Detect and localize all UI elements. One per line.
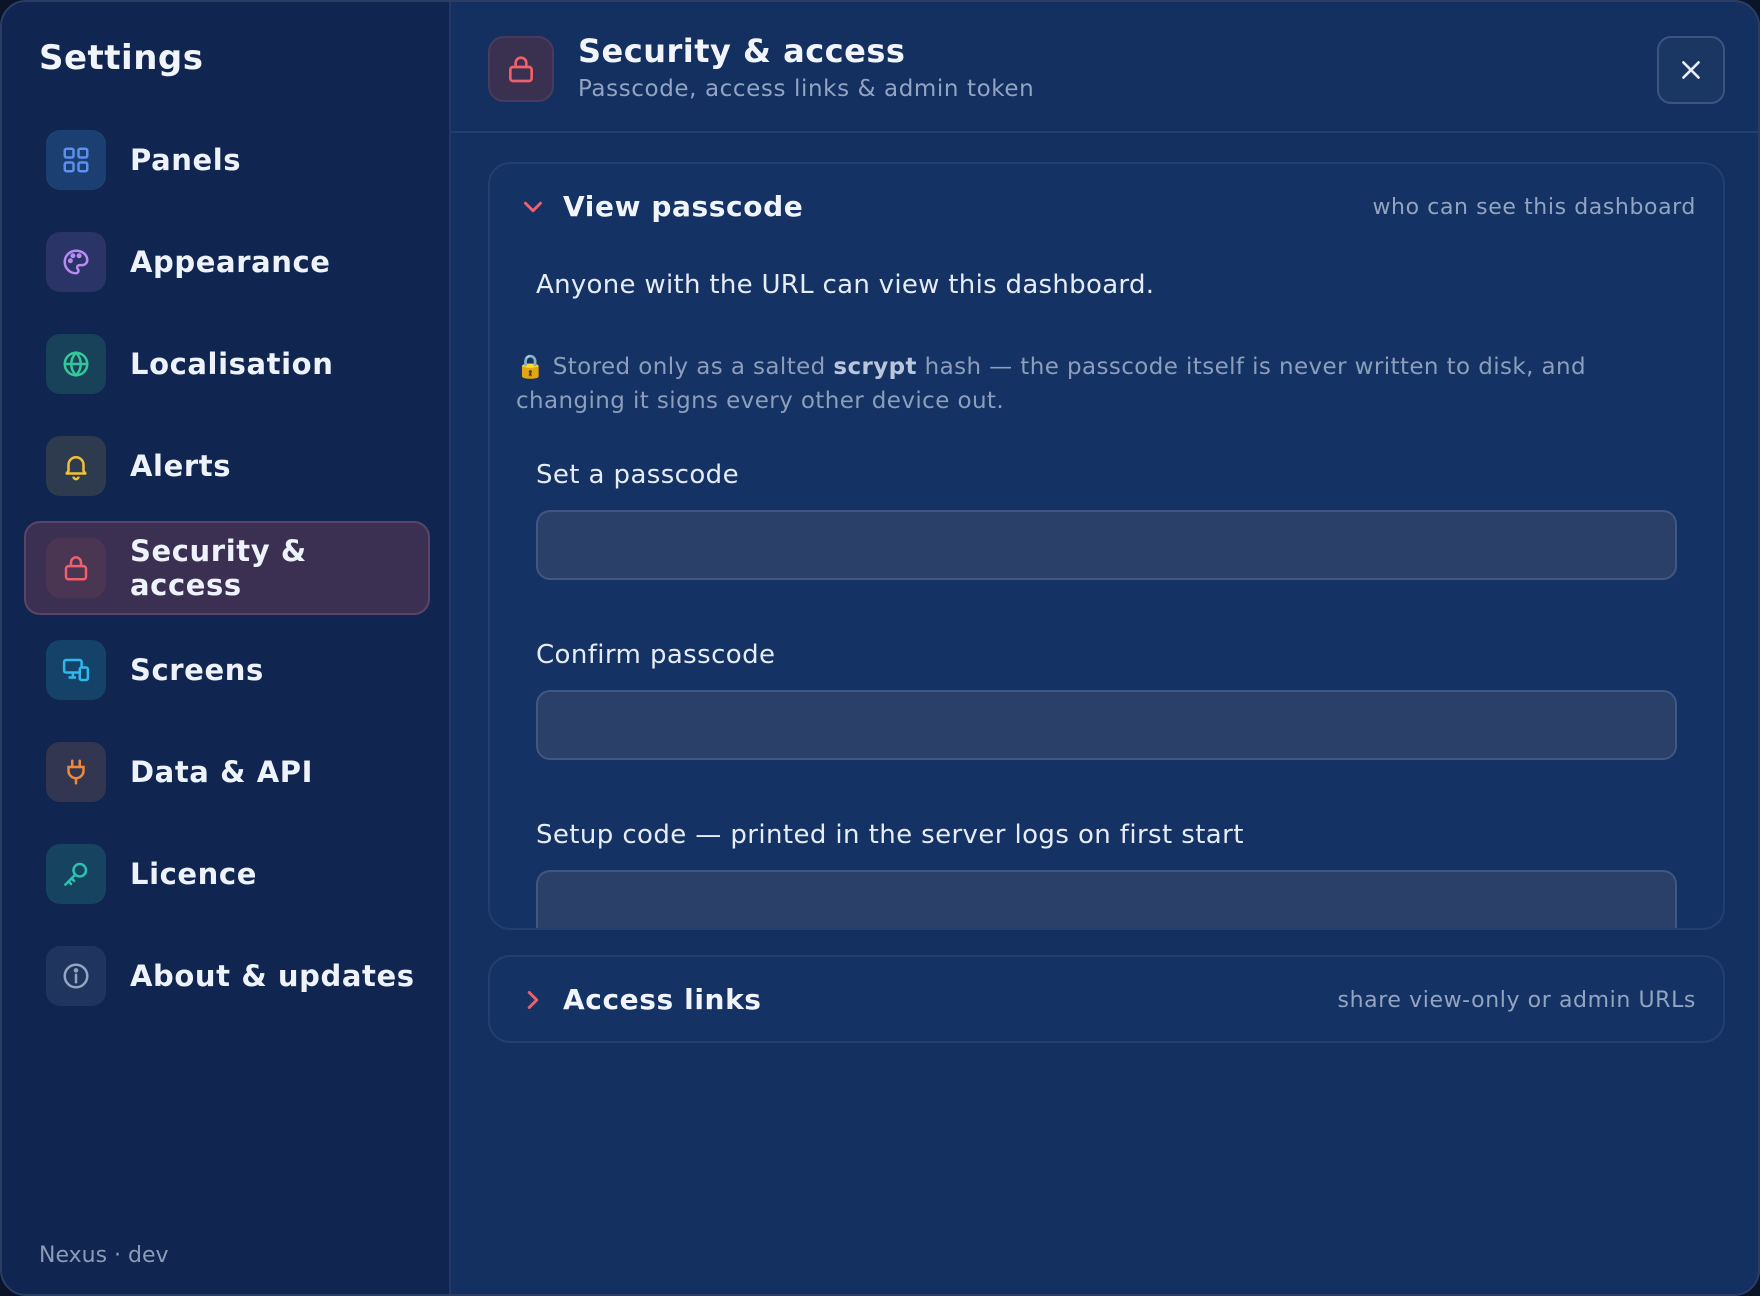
sidebar-item-screens[interactable]: Screens bbox=[24, 623, 430, 717]
page-subtitle: Passcode, access links & admin token bbox=[578, 76, 1035, 102]
palette-icon bbox=[46, 232, 106, 292]
section-view-passcode: View passcode who can see this dashboard… bbox=[488, 162, 1725, 930]
setup-code-input[interactable] bbox=[536, 870, 1677, 928]
chevron-right-icon bbox=[527, 991, 539, 1009]
settings-window: Settings Panels Appearance Localisation bbox=[0, 0, 1760, 1296]
section-hint: share view-only or admin URLs bbox=[1337, 988, 1696, 1013]
lock-emoji-icon: 🔒 bbox=[516, 354, 546, 380]
sidebar-item-appearance[interactable]: Appearance bbox=[24, 215, 430, 309]
section-access-links-toggle[interactable]: Access links share view-only or admin UR… bbox=[490, 957, 1723, 1041]
info-icon bbox=[46, 946, 106, 1006]
sidebar-item-alerts[interactable]: Alerts bbox=[24, 419, 430, 513]
sidebar-item-label: Alerts bbox=[130, 449, 232, 483]
confirm-passcode-label: Confirm passcode bbox=[536, 640, 776, 670]
chevron-down-icon bbox=[524, 201, 542, 213]
sidebar-item-label: Data & API bbox=[130, 755, 314, 789]
sidebar-item-about[interactable]: About & updates bbox=[24, 929, 430, 1023]
close-icon bbox=[1682, 61, 1700, 79]
sidebar-item-label: Screens bbox=[130, 653, 264, 687]
sidebar-title: Settings bbox=[39, 38, 204, 78]
sidebar-item-panels[interactable]: Panels bbox=[24, 113, 430, 207]
set-passcode-label: Set a passcode bbox=[536, 460, 739, 490]
section-title: View passcode bbox=[563, 190, 804, 223]
sidebar-item-label: Panels bbox=[130, 143, 242, 177]
plug-icon bbox=[46, 742, 106, 802]
sidebar-nav: Panels Appearance Localisation Alerts Se… bbox=[24, 113, 430, 1031]
note-text-bold: scrypt bbox=[833, 354, 917, 380]
set-passcode-input[interactable] bbox=[536, 510, 1677, 580]
panel-header: Security & access Passcode, access links… bbox=[451, 2, 1758, 133]
sidebar-item-licence[interactable]: Licence bbox=[24, 827, 430, 921]
screens-icon bbox=[46, 640, 106, 700]
visibility-status: Anyone with the URL can view this dashbo… bbox=[536, 270, 1155, 300]
sidebar-item-label: Appearance bbox=[130, 245, 331, 279]
close-button[interactable] bbox=[1657, 36, 1725, 104]
setup-code-label: Setup code — printed in the server logs … bbox=[536, 820, 1244, 850]
sidebar: Settings Panels Appearance Localisation bbox=[2, 2, 451, 1294]
confirm-passcode-input[interactable] bbox=[536, 690, 1677, 760]
section-view-passcode-toggle[interactable]: View passcode who can see this dashboard bbox=[490, 164, 1723, 252]
section-hint: who can see this dashboard bbox=[1372, 195, 1696, 220]
grid-icon bbox=[46, 130, 106, 190]
section-access-links: Access links share view-only or admin UR… bbox=[488, 955, 1725, 1043]
main-panel: Security & access Passcode, access links… bbox=[451, 2, 1758, 1294]
bell-icon bbox=[46, 436, 106, 496]
globe-icon bbox=[46, 334, 106, 394]
app-version: Nexus · dev bbox=[39, 1243, 169, 1268]
note-text-pre: Stored only as a salted bbox=[552, 354, 826, 380]
lock-icon bbox=[46, 538, 106, 598]
section-title: Access links bbox=[563, 983, 762, 1016]
lock-icon bbox=[488, 36, 554, 102]
sidebar-item-label: Localisation bbox=[130, 347, 334, 381]
security-note: 🔒 Stored only as a salted scrypt hash — … bbox=[516, 350, 1699, 418]
sidebar-item-data-api[interactable]: Data & API bbox=[24, 725, 430, 819]
sidebar-item-label: About & updates bbox=[130, 959, 415, 993]
sidebar-item-label: Licence bbox=[130, 857, 257, 891]
key-icon bbox=[46, 844, 106, 904]
page-title: Security & access bbox=[578, 32, 906, 70]
sidebar-item-security[interactable]: Security & access bbox=[24, 521, 430, 615]
sidebar-item-localisation[interactable]: Localisation bbox=[24, 317, 430, 411]
sidebar-item-label: Security & access bbox=[130, 534, 307, 602]
